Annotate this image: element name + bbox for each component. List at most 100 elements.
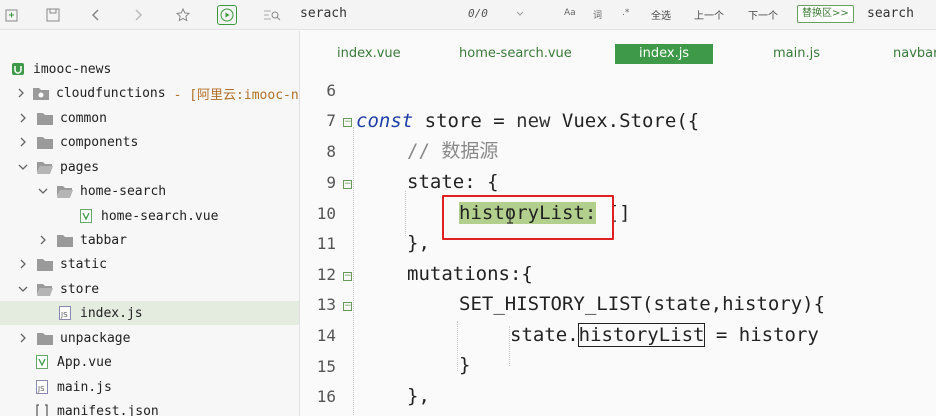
annotation-highlight-box — [442, 195, 614, 240]
run-icon[interactable] — [217, 5, 237, 25]
code-text: = history — [704, 324, 819, 346]
line-number: 7 — [326, 111, 336, 130]
line-number: 8 — [326, 142, 336, 161]
line-number: 10 — [316, 204, 336, 223]
tree-item-label: main.js — [57, 379, 112, 395]
folder-open-icon — [57, 184, 73, 198]
js-file-icon: JS — [57, 306, 73, 320]
tree-item-label: imooc-news — [33, 61, 112, 77]
match-case-toggle[interactable]: Aa — [564, 8, 576, 18]
chevron-down-icon[interactable] — [514, 6, 526, 22]
chevron-down-icon — [37, 185, 49, 197]
save-icon[interactable] — [43, 5, 63, 25]
code-text: state. — [510, 324, 579, 346]
forward-icon[interactable] — [128, 5, 148, 25]
whole-word-toggle[interactable]: 词 — [593, 8, 602, 21]
keyword: new — [516, 110, 551, 132]
replace-input[interactable]: search — [867, 6, 914, 21]
chevron-down-icon — [17, 161, 29, 173]
svg-text:JS: JS — [37, 385, 45, 393]
indent-guide — [405, 191, 406, 236]
tab-index-vue[interactable]: index.vue — [337, 44, 401, 64]
indent-guide — [457, 321, 458, 371]
toolbar: serach 0/0 Aa 词 .* 全选 上一个 下一个 替换区>> sear… — [0, 0, 936, 30]
tree-item-label: common — [60, 110, 107, 126]
editor-tabbar: index.vue home-search.vue index.js main.… — [301, 31, 936, 75]
tree-item-cloudfunctions[interactable]: cloudfunctions - [阿里云:imooc-ne — [0, 81, 299, 105]
svg-text:JS: JS — [60, 311, 68, 319]
code-line-7: const store = new Vuex.Store({ — [356, 109, 699, 133]
prev-match-button[interactable]: 上一个 — [694, 7, 724, 22]
code-line-15: } — [459, 354, 471, 376]
fold-icon[interactable]: − — [343, 272, 352, 281]
tree-item-pages[interactable]: pages — [0, 155, 299, 179]
tree-item-store[interactable]: store — [0, 277, 299, 301]
back-icon[interactable] — [86, 5, 106, 25]
tree-item-tabbar[interactable]: tabbar — [0, 228, 299, 252]
tab-navbar[interactable]: navbar — [893, 44, 936, 64]
line-number: 14 — [316, 326, 336, 345]
folder-icon — [57, 233, 73, 247]
tab-index-js[interactable]: index.js — [615, 44, 714, 64]
tree-item-index-js[interactable]: JS index.js — [0, 301, 299, 325]
tree-item-static[interactable]: static — [0, 252, 299, 276]
replace-toggle-button[interactable]: 替换区>> — [797, 5, 854, 23]
find-icon[interactable] — [262, 5, 282, 25]
cloud-folder-icon — [33, 86, 49, 100]
code-line-9: state: { — [407, 171, 499, 193]
folder-icon — [37, 111, 53, 125]
vue-file-icon — [34, 355, 50, 369]
code-line-14: state.historyList = history — [510, 323, 819, 347]
tree-item-label: home-search — [80, 183, 167, 199]
tab-main-js[interactable]: main.js — [773, 44, 820, 64]
tree-item-unpackage[interactable]: unpackage — [0, 326, 299, 350]
code-editor[interactable]: index.vue home-search.vue index.js main.… — [301, 31, 936, 416]
tree-item-project[interactable]: imooc-news — [0, 57, 299, 81]
tree-item-home-search-vue[interactable]: home-search.vue — [0, 204, 299, 228]
tab-home-search-vue[interactable]: home-search.vue — [459, 44, 572, 64]
tree-item-label: index.js — [80, 305, 143, 321]
tree-item-common[interactable]: common — [0, 106, 299, 130]
code-line-16: }, — [407, 385, 430, 407]
new-file-icon[interactable] — [2, 5, 22, 25]
code-comment: // 数据源 — [407, 140, 499, 162]
tree-item-label: cloudfunctions — [56, 85, 166, 101]
star-icon[interactable] — [173, 5, 193, 25]
regex-toggle[interactable]: .* — [622, 8, 629, 18]
line-number: 16 — [316, 387, 336, 406]
json-file-icon — [34, 404, 50, 416]
select-all-button[interactable]: 全选 — [651, 7, 671, 22]
line-number: 12 — [316, 265, 336, 284]
chevron-right-icon — [17, 112, 29, 124]
tree-item-components[interactable]: components — [0, 130, 299, 154]
line-number: 13 — [316, 295, 336, 314]
text-cursor-icon — [506, 208, 514, 224]
tree-item-label: home-search.vue — [101, 208, 219, 224]
tree-item-manifest-json[interactable]: manifest.json — [0, 399, 299, 416]
fold-icon[interactable]: − — [343, 180, 352, 189]
keyword: const — [356, 110, 414, 132]
fold-icon[interactable]: − — [343, 302, 352, 311]
code-line-13: SET_HISTORY_LIST(state,history){ — [459, 293, 826, 315]
occurrence-highlight: historyList — [577, 323, 706, 347]
vue-file-icon — [78, 209, 94, 223]
project-explorer: imooc-news cloudfunctions - [阿里云:imooc-n… — [0, 31, 300, 416]
tree-item-label: store — [60, 281, 100, 297]
fold-icon[interactable]: − — [343, 118, 352, 127]
chevron-right-icon — [17, 332, 29, 344]
line-number: 6 — [326, 81, 336, 100]
folder-icon — [37, 257, 53, 271]
search-input[interactable]: serach — [300, 6, 347, 21]
line-number: 15 — [316, 357, 336, 376]
next-match-button[interactable]: 下一个 — [748, 7, 778, 22]
chevron-right-icon — [17, 87, 25, 99]
chevron-down-icon — [17, 283, 29, 295]
folder-open-icon — [37, 160, 53, 174]
tree-item-label: unpackage — [60, 330, 131, 346]
chevron-right-icon — [17, 258, 29, 270]
tree-item-label: static — [60, 256, 107, 272]
tree-item-main-js[interactable]: JS main.js — [0, 375, 299, 399]
tree-item-home-search[interactable]: home-search — [0, 179, 299, 203]
tree-item-app-vue[interactable]: App.vue — [0, 350, 299, 374]
tree-item-label: components — [60, 134, 139, 150]
